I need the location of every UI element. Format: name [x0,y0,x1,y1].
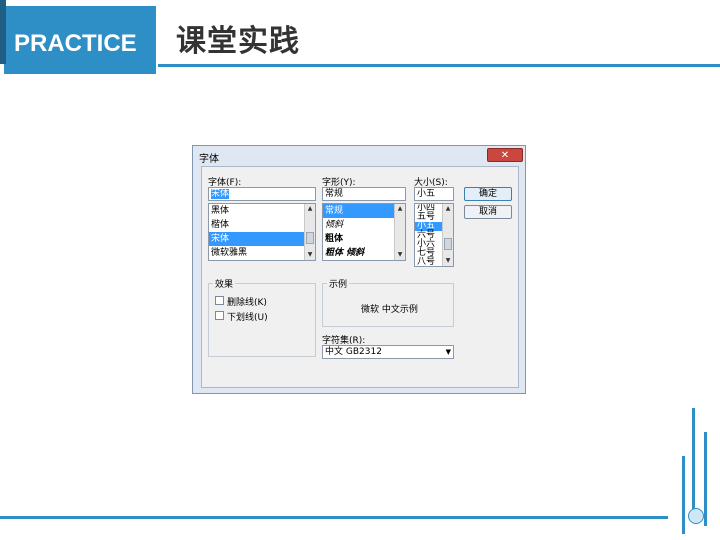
font-list-item[interactable]: 微软雅黑 [209,246,315,260]
style-list-item-selected[interactable]: 常规 [323,204,405,218]
font-input[interactable]: 宋体 [208,187,316,201]
decor-bar [692,408,695,520]
close-icon[interactable]: ✕ [487,148,523,162]
strikeout-label: 删除线(K) [227,298,267,308]
dialog-body: 字体(F): 宋体 黑体 楷体 宋体 微软雅黑 ▲ ▼ 字形(Y): 常规 常规… [201,166,519,388]
effects-group: 效果 删除线(K) 下划线(U) [208,277,316,357]
ok-button[interactable]: 确定 [464,187,512,201]
size-list-scrollbar[interactable]: ▲ ▼ [442,204,453,266]
font-list-scrollbar[interactable]: ▲ ▼ [304,204,315,260]
practice-badge-label: PRACTICE [14,30,137,57]
cancel-button[interactable]: 取消 [464,205,512,219]
strikeout-checkbox[interactable] [215,296,224,305]
scroll-up-icon[interactable]: ▲ [443,204,453,214]
sample-text: 微软 中文示例 [361,305,418,315]
underline-label: 下划线(U) [227,313,268,323]
style-list[interactable]: 常规 倾斜 粗体 粗体 倾斜 ▲ ▼ [322,203,406,261]
flower-icon [688,508,704,524]
style-list-scrollbar[interactable]: ▲ ▼ [394,204,405,260]
font-input-value: 宋体 [211,189,230,199]
chevron-down-icon[interactable]: ▼ [446,346,451,358]
badge-shadow [0,0,6,64]
scroll-thumb[interactable] [306,232,314,244]
slide-title: 课堂实践 [176,24,300,59]
style-input[interactable]: 常规 [322,187,406,201]
font-dialog: 字体 ✕ 字体(F): 宋体 黑体 楷体 宋体 微软雅黑 ▲ ▼ 字形(Y): … [192,145,526,394]
decor-bar [682,456,685,534]
effects-title: 效果 [213,277,236,290]
practice-badge: PRACTICE [4,6,156,74]
font-list-item-selected[interactable]: 宋体 [209,232,315,246]
size-input[interactable]: 小五 [414,187,454,201]
style-list-item[interactable]: 倾斜 [323,218,405,232]
header-divider [158,64,720,67]
decor-bar [704,432,707,526]
footer-divider [0,516,668,519]
charset-select[interactable]: 中文 GB2312 ▼ [322,345,454,359]
dialog-title: 字体 [199,154,219,165]
scroll-thumb[interactable] [444,238,452,250]
font-list-item[interactable]: 楷体 [209,218,315,232]
scroll-up-icon[interactable]: ▲ [305,204,315,214]
scroll-up-icon[interactable]: ▲ [395,204,405,214]
sample-group: 示例 微软 中文示例 [322,277,454,327]
sample-title: 示例 [327,277,350,290]
font-list-item[interactable]: 黑体 [209,204,315,218]
charset-value: 中文 GB2312 [325,347,382,357]
font-list[interactable]: 黑体 楷体 宋体 微软雅黑 ▲ ▼ [208,203,316,261]
scroll-down-icon[interactable]: ▼ [443,256,453,266]
scroll-down-icon[interactable]: ▼ [305,250,315,260]
style-list-item[interactable]: 粗体 [323,232,405,246]
size-list[interactable]: 小四 五号 小五 六号 小六 七号 八号 ▲ ▼ [414,203,454,267]
style-list-item[interactable]: 粗体 倾斜 [323,246,405,260]
underline-checkbox[interactable] [215,311,224,320]
scroll-down-icon[interactable]: ▼ [395,250,405,260]
